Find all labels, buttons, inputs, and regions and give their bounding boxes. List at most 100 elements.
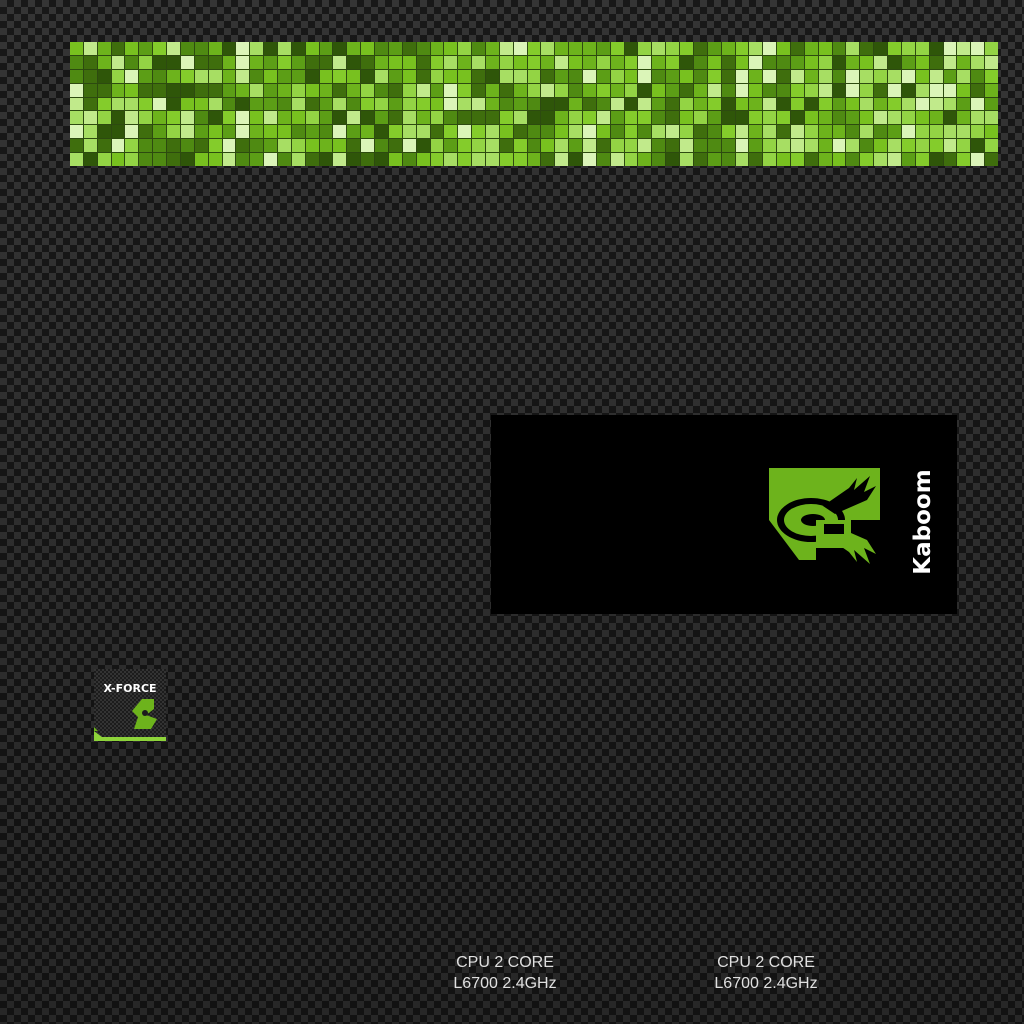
- mosaic-tile: [860, 83, 874, 97]
- mosaic-tile: [305, 69, 319, 83]
- mosaic-tile: [693, 83, 707, 97]
- mosaic-tile: [583, 42, 596, 55]
- mosaic-tile: [444, 69, 458, 83]
- mosaic-tile: [888, 42, 901, 55]
- cpu-spec-label: CPU 2 CORE L6700 2.4GHz: [686, 952, 846, 994]
- mosaic-tile: [985, 83, 998, 97]
- mosaic-tile: [125, 83, 139, 97]
- mosaic-tile: [125, 111, 139, 125]
- mosaic-tile: [652, 69, 666, 83]
- mosaic-tile: [333, 42, 347, 55]
- mosaic-tile: [167, 97, 180, 111]
- mosaic-tile: [83, 153, 97, 166]
- mosaic-tile: [485, 125, 499, 139]
- mosaic-tile: [666, 139, 680, 153]
- mosaic-tile: [402, 125, 416, 139]
- mosaic-tile: [749, 69, 763, 83]
- mosaic-tile: [513, 69, 527, 83]
- mosaic-tile: [319, 139, 333, 153]
- mosaic-tile: [541, 97, 555, 111]
- mosaic-tile: [596, 139, 610, 153]
- mosaic-tile: [680, 69, 693, 83]
- mosaic-tile: [610, 97, 624, 111]
- mosaic-tile: [277, 97, 291, 111]
- mosaic-tile: [791, 153, 804, 166]
- mosaic-tile: [527, 111, 541, 125]
- mosaic-tile: [125, 125, 139, 139]
- mosaic-tile: [499, 83, 513, 97]
- mosaic-tile: [167, 111, 180, 125]
- mosaic-tile: [707, 111, 721, 125]
- mosaic-tile: [888, 125, 901, 139]
- mosaic-tile: [83, 55, 97, 69]
- mosaic-tile: [499, 97, 513, 111]
- mosaic-tile: [153, 83, 167, 97]
- mosaic-tile: [985, 69, 998, 83]
- mosaic-tile: [347, 153, 361, 166]
- mosaic-tile: [499, 125, 513, 139]
- mosaic-tile: [361, 69, 375, 83]
- mosaic-tile: [624, 83, 638, 97]
- mosaic-tile: [208, 83, 222, 97]
- mosaic-tile: [250, 83, 264, 97]
- mosaic-tile: [680, 55, 693, 69]
- mosaic-tile: [458, 69, 472, 83]
- mosaic-tile: [860, 139, 874, 153]
- mosaic-tile: [569, 111, 583, 125]
- mosaic-tile: [860, 97, 874, 111]
- mosaic-tile: [499, 69, 513, 83]
- mosaic-tile: [375, 139, 388, 153]
- mosaic-tile: [430, 111, 444, 125]
- mosaic-tile: [666, 42, 680, 55]
- mosaic-tile: [943, 55, 957, 69]
- mosaic-tile: [153, 69, 167, 83]
- mosaic-tile: [721, 139, 735, 153]
- mosaic-tile: [693, 153, 707, 166]
- mosaic-tile: [555, 139, 569, 153]
- mosaic-tile: [541, 111, 555, 125]
- mosaic-tile: [180, 69, 194, 83]
- mosaic-tile: [957, 153, 971, 166]
- mosaic-tile: [943, 125, 957, 139]
- mosaic-tile: [749, 153, 763, 166]
- mosaic-tile: [222, 42, 236, 55]
- mosaic-tile: [513, 42, 527, 55]
- mosaic-tile: [555, 55, 569, 69]
- mosaic-tile: [458, 97, 472, 111]
- mosaic-tile: [388, 111, 402, 125]
- mosaic-tile: [111, 125, 125, 139]
- mosaic-tile: [957, 125, 971, 139]
- mosaic-tile: [929, 42, 943, 55]
- mosaic-tile: [583, 97, 596, 111]
- mosaic-tile: [388, 97, 402, 111]
- cpu-spec-label: CPU 2 CORE L6700 2.4GHz: [425, 952, 585, 994]
- mosaic-tile: [180, 125, 194, 139]
- mosaic-tile: [472, 139, 485, 153]
- mosaic-tile: [583, 55, 596, 69]
- mosaic-tile: [458, 153, 472, 166]
- mosaic-tile: [333, 153, 347, 166]
- kaboom-launcher-tile[interactable]: Kaboom: [491, 415, 957, 614]
- mosaic-tile: [333, 83, 347, 97]
- mosaic-tile: [583, 139, 596, 153]
- mosaic-tile: [167, 139, 180, 153]
- mosaic-tile: [735, 69, 749, 83]
- mosaic-tile: [624, 153, 638, 166]
- mosaic-tile: [375, 111, 388, 125]
- mosaic-tile: [652, 97, 666, 111]
- mosaic-tile: [763, 83, 777, 97]
- mosaic-tile: [458, 55, 472, 69]
- mosaic-tile: [375, 55, 388, 69]
- mosaic-tile: [569, 55, 583, 69]
- mosaic-tile: [416, 125, 430, 139]
- mosaic-tile: [347, 111, 361, 125]
- mosaic-tile: [541, 139, 555, 153]
- mosaic-tile: [624, 111, 638, 125]
- mosaic-tile: [915, 139, 929, 153]
- mosaic-tile: [666, 153, 680, 166]
- mosaic-tile: [236, 55, 250, 69]
- mosaic-tile: [943, 83, 957, 97]
- mosaic-tile: [305, 83, 319, 97]
- mosaic-tile: [943, 111, 957, 125]
- mosaic-tile: [458, 111, 472, 125]
